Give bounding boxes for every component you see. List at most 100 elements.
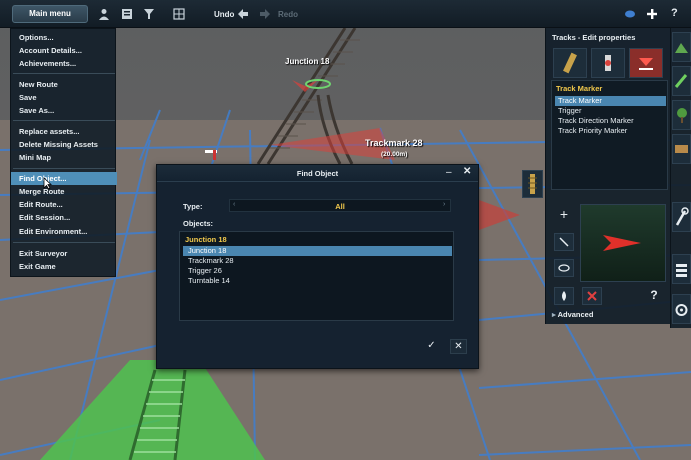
pointer-icon bbox=[559, 237, 569, 247]
red-arrow-marker-icon bbox=[603, 235, 641, 251]
delete-button[interactable] bbox=[582, 287, 602, 305]
redo-arrow-icon[interactable] bbox=[259, 8, 271, 20]
menu-item-account-details[interactable]: Account Details... bbox=[11, 44, 117, 57]
cancel-button[interactable]: ✕ bbox=[450, 339, 467, 354]
redo-label[interactable]: Redo bbox=[278, 10, 298, 19]
objects-list[interactable]: Junction 18 Junction 18 Trackmark 28 Tri… bbox=[179, 231, 454, 321]
list-item[interactable]: Trackmark 28 bbox=[183, 256, 452, 266]
menu-item-mini-map[interactable]: Mini Map bbox=[11, 151, 117, 164]
trackmark-label[interactable]: Trackmark 28 bbox=[365, 138, 423, 148]
tool-trigger-button[interactable] bbox=[629, 48, 663, 78]
edit-properties-panel: Tracks - Edit properties Track Marker Tr… bbox=[545, 28, 670, 324]
loco-icon bbox=[675, 145, 688, 153]
track-preview-tab[interactable] bbox=[522, 170, 543, 198]
menu-item-save-as[interactable]: Save As... bbox=[11, 104, 117, 117]
list-item[interactable]: Turntable 14 bbox=[183, 276, 452, 286]
main-menu-button[interactable]: Main menu bbox=[12, 5, 88, 23]
person-icon[interactable] bbox=[98, 8, 110, 20]
paint-icon bbox=[674, 74, 688, 88]
tree-icon bbox=[677, 108, 687, 123]
advanced-toggle[interactable]: ▸ Advanced bbox=[552, 310, 593, 319]
list-item[interactable]: Track Direction Marker bbox=[555, 116, 666, 126]
undo-label[interactable]: Undo bbox=[214, 10, 234, 19]
top-toolbar: Main menu Undo Redo ? bbox=[0, 0, 691, 28]
tool-track-button[interactable] bbox=[553, 48, 587, 78]
menu-item-replace-assets[interactable]: Replace assets... bbox=[11, 125, 117, 138]
menu-item-find-object[interactable]: Find Object... bbox=[11, 172, 117, 185]
book-icon[interactable] bbox=[121, 8, 133, 20]
menu-item-new-route[interactable]: New Route bbox=[11, 78, 117, 91]
menu-item-exit-surveyor[interactable]: Exit Surveyor bbox=[11, 247, 117, 260]
menu-item-achievements[interactable]: Achievements... bbox=[11, 57, 117, 70]
menu-separator bbox=[13, 120, 115, 121]
undo-arrow-icon[interactable] bbox=[237, 8, 249, 20]
objects-list-header: Junction 18 bbox=[185, 235, 227, 244]
arrow-right-icon[interactable]: › bbox=[443, 201, 445, 208]
marker-preview bbox=[580, 204, 666, 282]
rotate-tool-button[interactable] bbox=[554, 259, 574, 277]
menu-item-merge-route[interactable]: Merge Route bbox=[11, 185, 117, 198]
paint-tool-tile[interactable] bbox=[672, 66, 691, 96]
list-item[interactable]: Trigger bbox=[555, 106, 666, 116]
find-object-dialog: Find Object – ✕ Type: ‹ All › Objects: J… bbox=[156, 164, 479, 369]
track-piece-icon bbox=[528, 174, 537, 194]
flame-icon bbox=[562, 291, 566, 301]
track-tool-icon bbox=[563, 52, 577, 74]
wrench-tool-tile[interactable] bbox=[672, 202, 691, 232]
minimize-button[interactable]: – bbox=[446, 167, 452, 178]
delete-x-icon bbox=[587, 291, 597, 301]
trigger-tool-icon bbox=[639, 58, 653, 70]
menu-item-delete-missing-assets[interactable]: Delete Missing Assets bbox=[11, 138, 117, 151]
list-item[interactable]: Track Priority Marker bbox=[555, 126, 666, 136]
dialog-title: Find Object bbox=[296, 169, 339, 178]
trackmark-distance: (20.00m) bbox=[381, 151, 408, 158]
menu-item-edit-session[interactable]: Edit Session... bbox=[11, 211, 117, 224]
dialog-titlebar[interactable]: Find Object – ✕ bbox=[157, 165, 478, 182]
junction-label[interactable]: Junction 18 bbox=[285, 57, 329, 66]
help-icon[interactable]: ? bbox=[671, 7, 678, 19]
marker-tool-icon bbox=[605, 55, 611, 71]
layers-tool-tile[interactable] bbox=[672, 254, 691, 284]
ok-button[interactable]: ✓ bbox=[423, 339, 440, 354]
menu-item-edit-environment[interactable]: Edit Environment... bbox=[11, 225, 117, 238]
terrain-icon bbox=[675, 43, 688, 53]
menu-separator bbox=[13, 168, 115, 169]
grid-icon[interactable] bbox=[173, 8, 185, 20]
menu-separator bbox=[13, 73, 115, 74]
advanced-label: Advanced bbox=[557, 310, 594, 319]
wrench-icon bbox=[675, 207, 689, 226]
objects-label: Objects: bbox=[183, 219, 214, 228]
vehicle-tool-tile[interactable] bbox=[672, 134, 691, 164]
object-tool-tile[interactable] bbox=[672, 100, 691, 130]
flame-tool-button[interactable] bbox=[554, 287, 574, 305]
type-list-header: Track Marker bbox=[556, 84, 603, 93]
panel-help-button[interactable]: ? bbox=[644, 287, 664, 305]
menu-item-save[interactable]: Save bbox=[11, 91, 117, 104]
nudge-tool-button[interactable] bbox=[554, 233, 574, 251]
eye-icon[interactable] bbox=[624, 8, 636, 20]
menu-item-options[interactable]: Options... bbox=[11, 31, 117, 44]
settings-tool-tile[interactable] bbox=[672, 294, 691, 324]
plus-icon[interactable] bbox=[646, 8, 658, 20]
list-item[interactable]: Trigger 26 bbox=[183, 266, 452, 276]
menu-item-edit-route[interactable]: Edit Route... bbox=[11, 198, 117, 211]
tool-strip bbox=[670, 28, 691, 328]
add-button[interactable]: + bbox=[554, 206, 574, 224]
menu-item-exit-game[interactable]: Exit Game bbox=[11, 260, 117, 273]
type-label: Type: bbox=[183, 202, 203, 211]
rotate-icon bbox=[558, 264, 570, 272]
list-item[interactable]: Junction 18 bbox=[183, 246, 452, 256]
layers-icon bbox=[676, 264, 687, 277]
tool-marker-button[interactable] bbox=[591, 48, 625, 78]
gear-icon bbox=[675, 304, 688, 316]
list-item[interactable]: Track Marker bbox=[555, 96, 666, 106]
close-button[interactable]: ✕ bbox=[463, 166, 471, 177]
filter-icon[interactable] bbox=[143, 8, 155, 20]
type-value: All bbox=[335, 202, 345, 211]
menu-separator bbox=[13, 242, 115, 243]
object-type-list[interactable]: Track Marker Track Marker Trigger Track … bbox=[551, 80, 668, 190]
type-select[interactable]: ‹ All › bbox=[229, 199, 451, 212]
main-menu-dropdown: Options... Account Details... Achievemen… bbox=[10, 28, 117, 277]
terrain-tool-tile[interactable] bbox=[672, 32, 691, 62]
mouse-cursor-icon bbox=[43, 177, 52, 190]
